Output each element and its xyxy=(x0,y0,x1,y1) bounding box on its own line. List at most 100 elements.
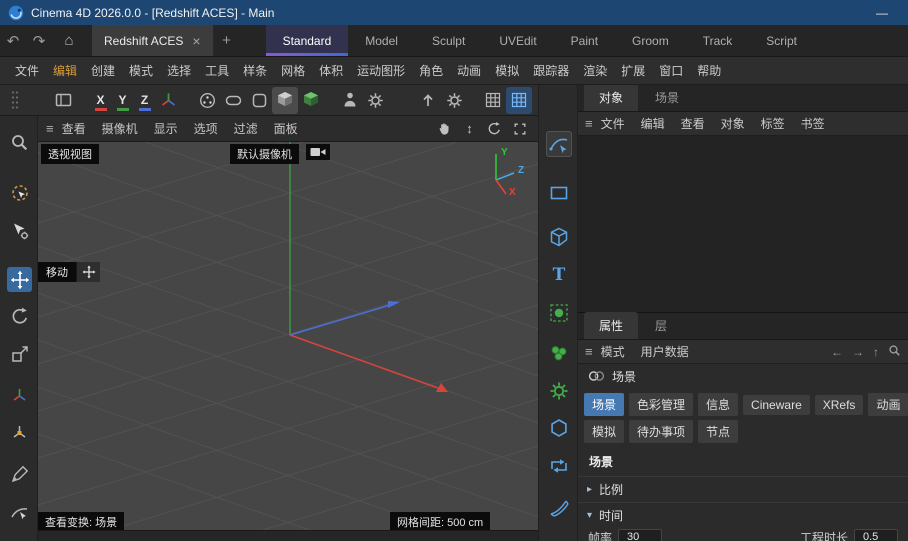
layout-tab-uvedit[interactable]: UVEdit xyxy=(482,25,553,56)
text-spline-button[interactable]: T xyxy=(546,262,572,288)
edges-mode-button[interactable] xyxy=(220,87,246,114)
rotate-tool-button[interactable] xyxy=(7,303,32,328)
object-list[interactable] xyxy=(578,136,908,313)
axis-gizmo[interactable]: Y Z X xyxy=(480,146,536,202)
category-info[interactable]: 信息 xyxy=(698,393,739,416)
viewport-menu-panel[interactable]: 面板 xyxy=(266,120,306,137)
view-name-label[interactable]: 透视视图 xyxy=(41,144,99,164)
menu-file[interactable]: 文件 xyxy=(8,62,46,79)
menu-window[interactable]: 窗口 xyxy=(652,62,690,79)
section-scale[interactable]: ▸ 比例 xyxy=(578,476,908,502)
menu-mode[interactable]: 模式 xyxy=(122,62,160,79)
layout-tab-track[interactable]: Track xyxy=(686,25,750,56)
viewport-menu-view[interactable]: 查看 xyxy=(54,120,94,137)
camera-swap-button[interactable] xyxy=(306,144,330,160)
redo-button[interactable]: ↷ xyxy=(26,25,52,56)
spline-pen-button[interactable] xyxy=(546,131,572,157)
fps-value[interactable]: 30 xyxy=(618,529,663,541)
menu-mograph[interactable]: 运动图形 xyxy=(350,62,412,79)
scale-tool-button[interactable] xyxy=(7,341,32,366)
axis-mode-button[interactable] xyxy=(7,383,32,408)
menu-select[interactable]: 选择 xyxy=(160,62,198,79)
collider-button[interactable] xyxy=(546,415,572,441)
attr-menu-mode[interactable]: 模式 xyxy=(593,343,633,360)
close-tab-icon[interactable]: × xyxy=(192,33,200,49)
viewport-menu-display[interactable]: 显示 xyxy=(146,120,186,137)
menu-volume[interactable]: 体积 xyxy=(312,62,350,79)
up-arrow-button[interactable] xyxy=(415,87,441,114)
category-animation[interactable]: 动画 xyxy=(868,393,908,416)
polygons-mode-button[interactable] xyxy=(246,87,272,114)
character-tool-button[interactable] xyxy=(337,87,363,114)
move-tool-button[interactable] xyxy=(7,267,32,292)
workplane-grid-button[interactable] xyxy=(480,87,506,114)
tab-attributes[interactable]: 属性 xyxy=(584,312,639,339)
om-menu-tags[interactable]: 标签 xyxy=(753,115,793,132)
attr-menu-userdata[interactable]: 用户数据 xyxy=(633,343,697,360)
layout-tab-script[interactable]: Script xyxy=(749,25,814,56)
cube-primitive-button[interactable] xyxy=(546,224,572,250)
search-button[interactable] xyxy=(7,130,32,155)
menu-help[interactable]: 帮助 xyxy=(690,62,728,79)
viewport-menu-cameras[interactable]: 摄像机 xyxy=(94,120,146,137)
axis-lock-button[interactable] xyxy=(7,420,32,445)
back-button[interactable]: ← xyxy=(831,345,843,359)
sketch-pen-button[interactable] xyxy=(7,500,32,525)
menu-spline[interactable]: 样条 xyxy=(236,62,274,79)
category-todo[interactable]: 待办事项 xyxy=(629,420,694,443)
selection-settings-button[interactable] xyxy=(7,218,32,243)
category-simulation[interactable]: 模拟 xyxy=(584,420,625,443)
minimize-button[interactable]: — xyxy=(864,6,900,20)
viewport-menu-options[interactable]: 选项 xyxy=(186,120,226,137)
viewport-canvas[interactable]: 透视视图 默认摄像机 Y Z X 移动 查看变换: 场景 网格间距: 500 c… xyxy=(38,142,538,541)
section-time[interactable]: ▾ 时间 xyxy=(578,502,908,528)
rectangle-spline-button[interactable] xyxy=(546,180,572,206)
menu-tools[interactable]: 工具 xyxy=(198,62,236,79)
attribute-search-button[interactable] xyxy=(888,344,901,360)
om-menu-objects[interactable]: 对象 xyxy=(713,115,753,132)
om-menu-bookmarks[interactable]: 书签 xyxy=(793,115,833,132)
category-color-management[interactable]: 色彩管理 xyxy=(629,393,694,416)
toolbar-grip[interactable] xyxy=(11,90,19,110)
attribute-menu-icon[interactable]: ≡ xyxy=(585,344,593,359)
pan-hand-button[interactable] xyxy=(436,120,453,137)
menu-extensions[interactable]: 扩展 xyxy=(614,62,652,79)
viewport-menu-icon[interactable]: ≡ xyxy=(46,121,54,136)
tab-scene[interactable]: 场景 xyxy=(640,85,694,111)
particle-emitter-button[interactable] xyxy=(546,300,572,326)
layout-tab-sculpt[interactable]: Sculpt xyxy=(415,25,482,56)
undo-button[interactable]: ↶ xyxy=(0,25,26,56)
menu-render[interactable]: 渲染 xyxy=(576,62,614,79)
maximize-view-button[interactable] xyxy=(511,120,528,137)
document-tab[interactable]: Redshift ACES × xyxy=(92,25,214,56)
layout-tab-groom[interactable]: Groom xyxy=(615,25,686,56)
menu-character[interactable]: 角色 xyxy=(412,62,450,79)
category-xrefs[interactable]: XRefs xyxy=(814,394,864,415)
selected-object-row[interactable]: 场景 xyxy=(578,364,908,388)
deformer-button[interactable] xyxy=(546,495,572,521)
viewport-layout-button[interactable] xyxy=(50,87,76,114)
tab-layers[interactable]: 层 xyxy=(640,312,682,339)
dolly-button[interactable]: ↕ xyxy=(461,120,478,137)
y-axis-lock-button[interactable]: Y xyxy=(112,88,134,112)
texture-mode-button[interactable] xyxy=(298,87,324,114)
home-button[interactable]: ⌂ xyxy=(56,25,82,56)
om-menu-view[interactable]: 查看 xyxy=(673,115,713,132)
om-menu-edit[interactable]: 编辑 xyxy=(633,115,673,132)
category-nodes[interactable]: 节点 xyxy=(698,420,739,443)
orbit-button[interactable] xyxy=(486,120,503,137)
object-manager-menu-icon[interactable]: ≡ xyxy=(585,116,593,131)
coordinate-system-button[interactable] xyxy=(156,87,182,114)
duration-value[interactable]: 0.5 xyxy=(854,529,898,541)
simulation-settings-button[interactable] xyxy=(546,378,572,404)
points-mode-button[interactable] xyxy=(195,87,221,114)
tab-objects[interactable]: 对象 xyxy=(584,85,639,111)
menu-animate[interactable]: 动画 xyxy=(450,62,488,79)
character-settings-button[interactable] xyxy=(363,87,389,114)
category-scene[interactable]: 场景 xyxy=(584,393,625,416)
snap-toggle-button[interactable] xyxy=(506,86,532,114)
settings-button[interactable] xyxy=(441,87,467,114)
category-cineware[interactable]: Cineware xyxy=(743,394,810,415)
live-selection-button[interactable] xyxy=(7,180,32,205)
layout-tab-paint[interactable]: Paint xyxy=(554,25,615,56)
